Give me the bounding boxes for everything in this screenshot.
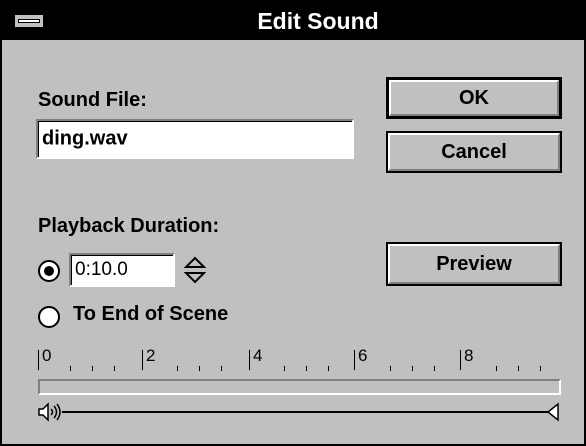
ruler-tick xyxy=(328,366,329,371)
playback-range-slider[interactable] xyxy=(38,400,562,424)
spin-arrows-icon[interactable] xyxy=(184,256,206,284)
ruler-tick xyxy=(92,366,93,371)
ruler-tick xyxy=(518,366,519,371)
sound-file-input[interactable]: ding.wav xyxy=(36,119,354,159)
ruler-tick xyxy=(540,366,541,371)
ruler-tick xyxy=(177,366,178,371)
preview-button[interactable]: Preview xyxy=(386,242,562,286)
ruler-label-0: 0 xyxy=(42,346,52,365)
ok-button[interactable]: OK xyxy=(386,77,562,119)
ruler-tick xyxy=(114,366,115,371)
end-of-scene-radio[interactable] xyxy=(38,306,60,328)
playback-duration-label: Playback Duration: xyxy=(38,215,220,237)
ruler-label-8: 8 xyxy=(464,346,474,365)
ok-button-label: OK xyxy=(459,87,489,109)
cancel-button-label: Cancel xyxy=(441,141,507,163)
sound-file-value: ding.wav xyxy=(42,127,128,150)
ruler-label-6: 6 xyxy=(358,346,368,365)
ruler-tick xyxy=(38,350,39,370)
ruler-tick xyxy=(390,366,391,371)
ruler-tick xyxy=(412,366,413,371)
preview-button-label: Preview xyxy=(436,253,512,275)
title-bar[interactable]: Edit Sound xyxy=(2,2,584,40)
speaker-icon[interactable] xyxy=(38,402,64,422)
ruler-tick xyxy=(221,366,222,371)
ruler-label-2: 2 xyxy=(146,346,156,365)
ruler-tick xyxy=(306,366,307,371)
duration-value: 0:10.0 xyxy=(75,259,128,280)
ruler-label-4: 4 xyxy=(253,346,263,365)
timeline-track[interactable] xyxy=(38,379,561,395)
ruler-tick xyxy=(142,350,143,370)
ruler-tick xyxy=(460,350,461,370)
edit-sound-dialog: Edit Sound Sound File: ding.wav OK Cance… xyxy=(0,0,586,446)
ruler-tick xyxy=(354,350,355,370)
end-of-scene-label: To End of Scene xyxy=(73,303,229,325)
cancel-button[interactable]: Cancel xyxy=(386,131,562,173)
ruler-tick xyxy=(496,366,497,371)
ruler-tick xyxy=(284,366,285,371)
duration-radio[interactable] xyxy=(38,260,60,282)
sound-file-label: Sound File: xyxy=(38,89,147,111)
duration-input[interactable]: 0:10.0 xyxy=(69,253,175,287)
radio-selected-dot xyxy=(44,266,54,276)
ruler-tick xyxy=(249,350,250,370)
ruler-tick xyxy=(434,366,435,371)
ruler-tick xyxy=(70,366,71,371)
ruler-tick xyxy=(199,366,200,371)
end-marker-icon[interactable] xyxy=(546,402,560,422)
window-title: Edit Sound xyxy=(257,8,379,34)
